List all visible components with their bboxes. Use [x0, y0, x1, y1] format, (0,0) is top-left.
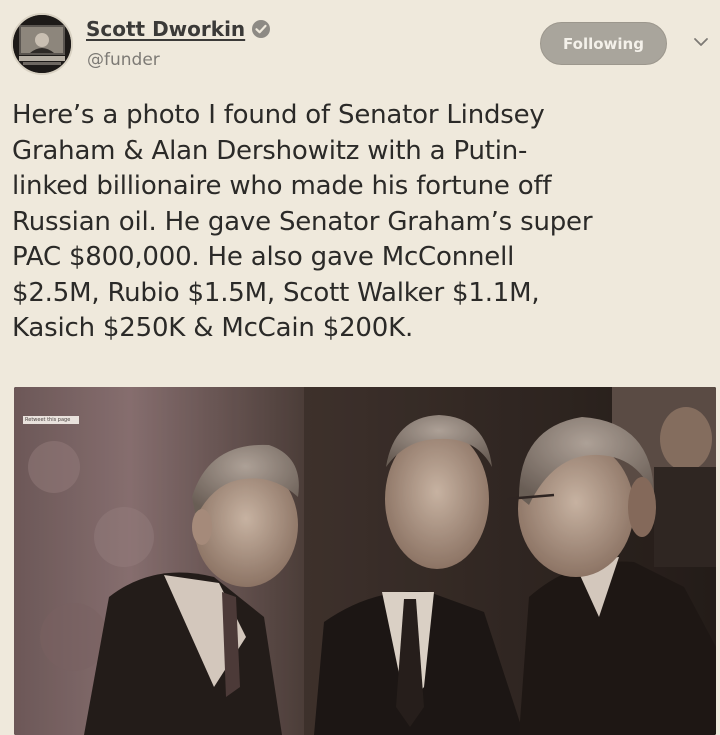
photo-image	[14, 387, 716, 735]
tweet-line: Here’s a photo I found of Senator Lindse…	[12, 100, 545, 130]
chevron-down-icon[interactable]	[693, 36, 709, 48]
author-handle[interactable]: @funder	[87, 50, 160, 70]
tweet-line: Russian oil. He gave Senator Graham’s su…	[12, 206, 593, 237]
tweet-line: $2.5M, Rubio $1.5M, Scott Walker $1.1M,	[12, 277, 540, 308]
verified-badge-icon	[252, 20, 271, 38]
tweet-card: Scott Dworkin @funder Following Here’s a…	[0, 0, 720, 735]
avatar[interactable]	[11, 13, 73, 75]
author-display-name[interactable]: Scott Dworkin	[86, 17, 245, 41]
tweet-photo[interactable]: Retweet this page	[14, 387, 716, 735]
avatar-image	[13, 15, 71, 73]
tweet-line: linked billionaire who made his fortune …	[12, 171, 552, 201]
tweet-line: Kasich $250K & McCain $200K.	[12, 313, 414, 343]
tweet-text: Here’s a photo I found of Senator Lindse…	[12, 98, 712, 347]
tweet-line: PAC $800,000. He also gave McConnell	[12, 242, 515, 272]
tweet-line: Graham & Alan Dershowitz with a Putin-	[12, 135, 528, 166]
following-button[interactable]: Following	[540, 22, 667, 65]
author-name-row: Scott Dworkin	[86, 17, 271, 41]
photo-caption-tag: Retweet this page	[23, 416, 79, 424]
